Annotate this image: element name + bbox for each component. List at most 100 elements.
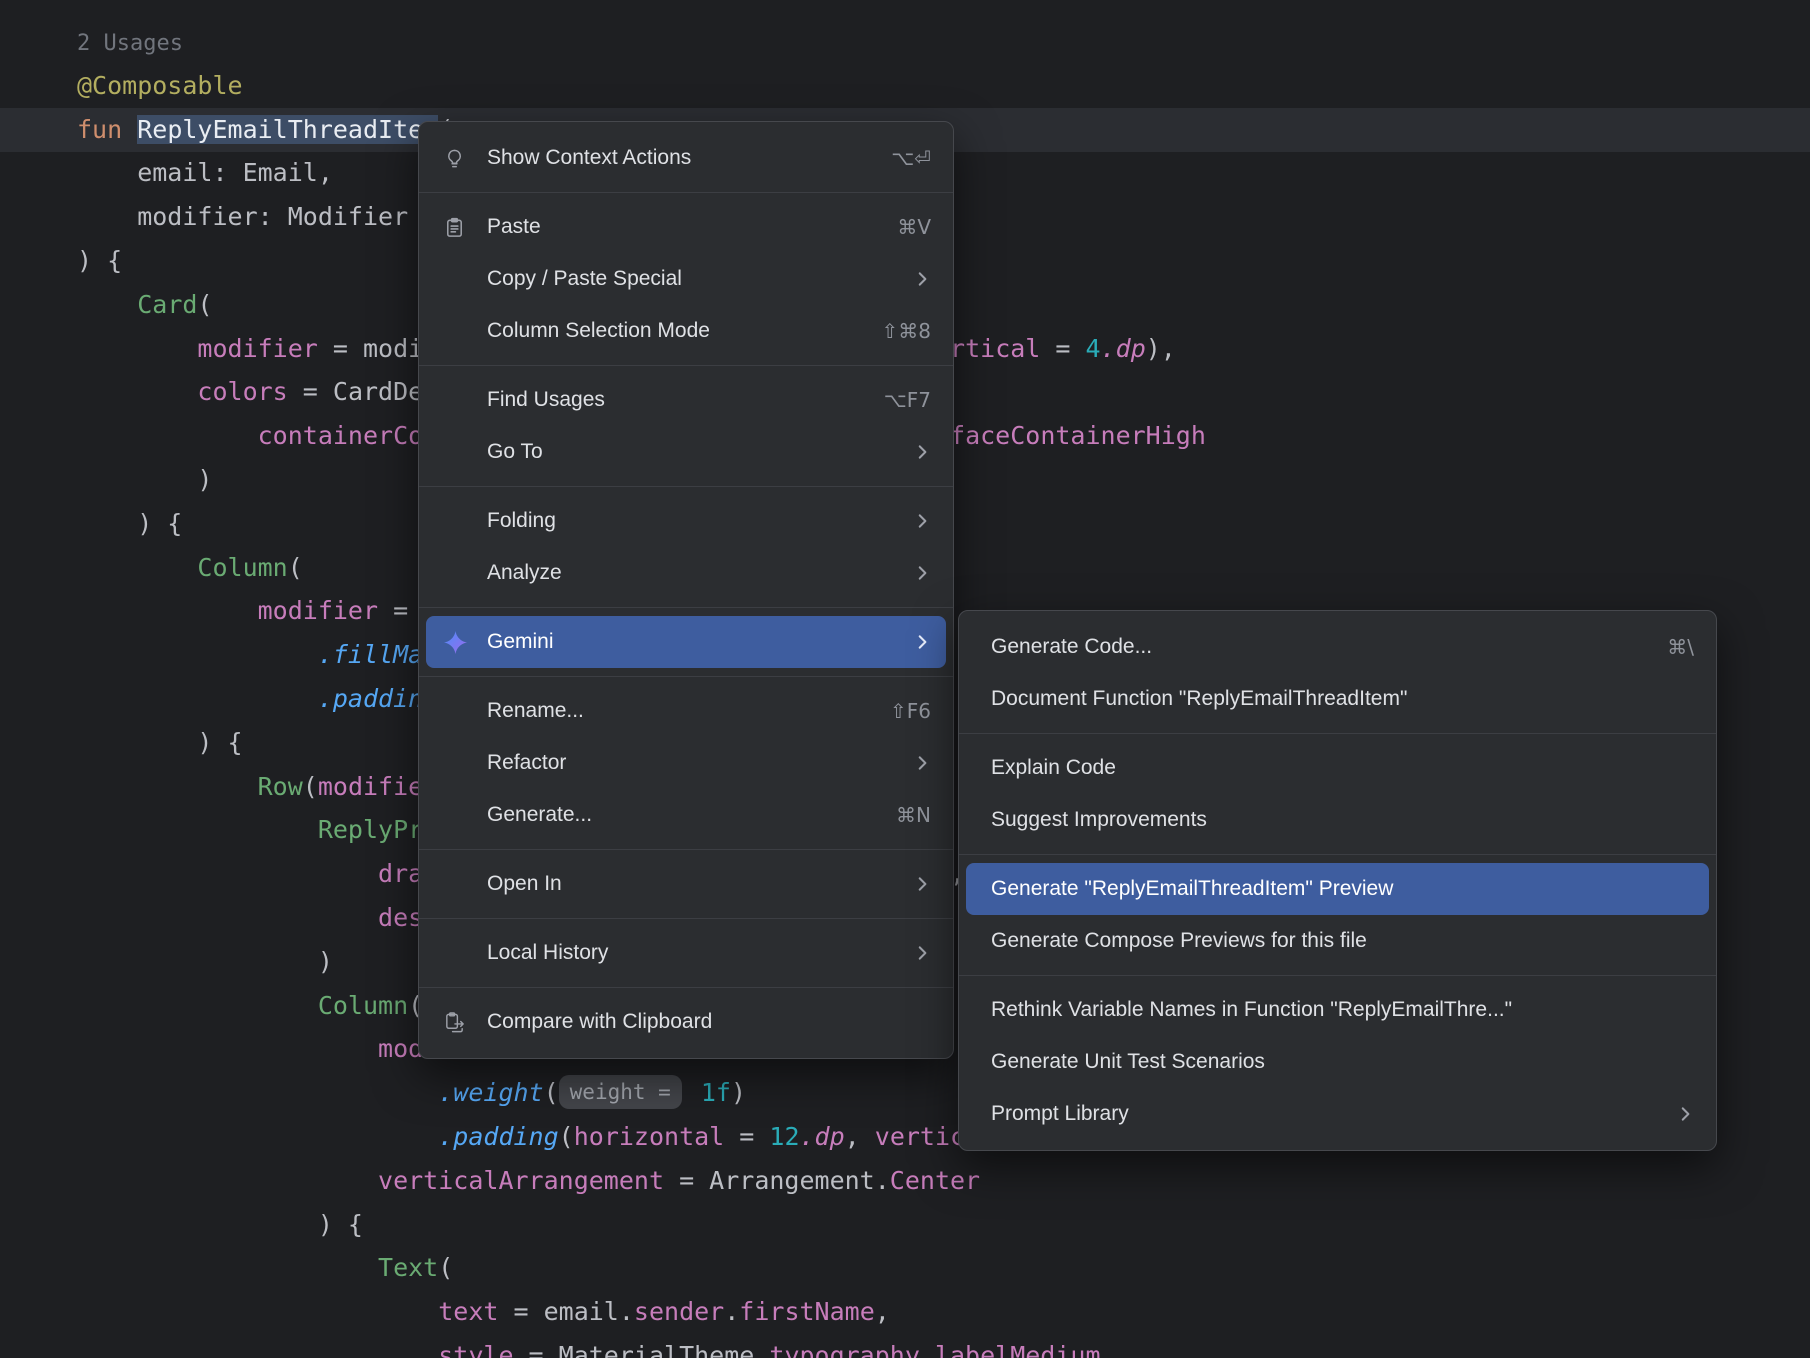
menu-item-gemini[interactable]: Gemini — [426, 616, 946, 668]
menu-item-generate[interactable]: Generate...⌘N — [426, 789, 946, 841]
menu-item-find-usages[interactable]: Find Usages ⌥F7 — [426, 374, 946, 426]
code-line: 2 Usages — [77, 20, 1206, 64]
compare-clipboard-icon — [443, 1011, 487, 1034]
menu-item-label: Show Context Actions — [487, 146, 691, 170]
menu-item-show-context-actions[interactable]: Show Context Actions ⌥⏎ — [426, 132, 946, 184]
menu-item-generate-code[interactable]: Generate Code...⌘\ — [966, 621, 1709, 673]
menu-item-label: Paste — [487, 215, 541, 239]
code-token — [77, 334, 197, 363]
code-token: 12 — [769, 1122, 799, 1151]
menu-item-local-history[interactable]: Local History — [426, 927, 946, 979]
menu-item-label: Rethink Variable Names in Function "Repl… — [991, 998, 1512, 1022]
menu-separator — [419, 918, 953, 919]
menu-item-label: Suggest Improvements — [991, 808, 1207, 832]
code-token: Column — [197, 553, 287, 582]
lightbulb-icon — [443, 147, 487, 170]
code-token: = MaterialTheme. — [514, 1341, 770, 1358]
code-token — [77, 1078, 438, 1107]
menu-separator — [419, 849, 953, 850]
paste-icon — [443, 216, 487, 239]
menu-item-label: Gemini — [487, 630, 554, 654]
menu-item-label: Folding — [487, 509, 556, 533]
code-token — [77, 1166, 378, 1195]
code-line: verticalArrangement = Arrangement.Center — [77, 1159, 1206, 1203]
menu-item-compare-with-clipboard[interactable]: Compare with Clipboard — [426, 996, 946, 1048]
menu-item-label: Rename... — [487, 699, 584, 723]
code-token: fun — [77, 115, 137, 144]
menu-item-rename[interactable]: Rename... ⇧F6 — [426, 685, 946, 737]
code-token: modifier — [197, 334, 317, 363]
menu-item-column-selection-mode[interactable]: Column Selection Mode⇧⌘8 — [426, 305, 946, 357]
code-token: , — [875, 1297, 890, 1326]
code-token: . — [724, 1297, 739, 1326]
code-token — [77, 1122, 438, 1151]
menu-item-suggest-improvements[interactable]: Suggest Improvements — [966, 794, 1709, 846]
menu-separator — [959, 733, 1716, 734]
code-token — [77, 859, 378, 888]
menu-separator — [419, 365, 953, 366]
menu-item-generate-compose-previews-for-this-file[interactable]: Generate Compose Previews for this file — [966, 915, 1709, 967]
code-token: = Arrangement. — [664, 1166, 890, 1195]
submenu-chevron-icon — [871, 754, 931, 772]
code-line: @Composable — [77, 64, 1206, 108]
menu-item-document-function-replyemailthreaditem[interactable]: Document Function "ReplyEmailThreadItem" — [966, 673, 1709, 725]
menu-item-analyze[interactable]: Analyze — [426, 547, 946, 599]
code-token: ( — [544, 1078, 559, 1107]
menu-item-prompt-library[interactable]: Prompt Library — [966, 1088, 1709, 1140]
selected-identifier: ReplyEmailThreadItem — [137, 115, 438, 144]
submenu-chevron-icon — [871, 270, 931, 288]
inline-parameter-hint: weight = — [559, 1075, 682, 1109]
code-token: ) — [731, 1078, 746, 1107]
menu-item-generate-unit-test-scenarios[interactable]: Generate Unit Test Scenarios — [966, 1036, 1709, 1088]
code-token: 4 — [1086, 334, 1101, 363]
submenu-chevron-icon — [871, 564, 931, 582]
menu-shortcut: ⌥F7 — [842, 388, 931, 412]
menu-item-label: Find Usages — [487, 388, 605, 412]
menu-item-label: Generate Code... — [991, 635, 1152, 659]
menu-item-label: Analyze — [487, 561, 562, 585]
menu-item-label: Local History — [487, 941, 608, 965]
menu-item-refactor[interactable]: Refactor — [426, 737, 946, 789]
code-token — [77, 991, 318, 1020]
menu-item-label: Document Function "ReplyEmailThreadItem" — [991, 687, 1407, 711]
menu-item-rethink-variable-names-in-function-replyemailthre[interactable]: Rethink Variable Names in Function "Repl… — [966, 984, 1709, 1036]
code-token: ), — [1146, 334, 1176, 363]
submenu-chevron-icon — [871, 875, 931, 893]
menu-item-go-to[interactable]: Go To — [426, 426, 946, 478]
code-token — [77, 1253, 378, 1282]
editor-context-menu: Show Context Actions ⌥⏎ Paste ⌘V Copy / Past… — [418, 121, 954, 1059]
code-token: ) — [77, 465, 212, 494]
code-token — [686, 1078, 701, 1107]
code-token — [77, 640, 318, 669]
code-token: text — [438, 1297, 498, 1326]
menu-separator — [419, 987, 953, 988]
submenu-chevron-icon — [871, 633, 931, 651]
menu-item-folding[interactable]: Folding — [426, 495, 946, 547]
code-token: = email. — [498, 1297, 633, 1326]
code-token: verticalArrangement — [378, 1166, 664, 1195]
menu-shortcut: ⇧⌘8 — [840, 319, 931, 343]
menu-shortcut: ⌥⏎ — [849, 146, 931, 170]
code-token — [77, 1034, 378, 1063]
menu-shortcut: ⇧F6 — [848, 699, 931, 723]
code-token: ) { — [77, 1210, 363, 1239]
menu-item-explain-code[interactable]: Explain Code — [966, 742, 1709, 794]
submenu-chevron-icon — [871, 944, 931, 962]
menu-item-paste[interactable]: Paste ⌘V — [426, 201, 946, 253]
menu-separator — [419, 607, 953, 608]
menu-item-copy-paste-special[interactable]: Copy / Paste Special — [426, 253, 946, 305]
menu-item-label: Refactor — [487, 751, 566, 775]
code-token: horizontal — [574, 1122, 725, 1151]
code-token: ( — [438, 1253, 453, 1282]
menu-item-label: Prompt Library — [991, 1102, 1129, 1126]
code-token — [77, 553, 197, 582]
code-token: = — [1040, 334, 1085, 363]
code-token: @Composable — [77, 71, 243, 100]
menu-item-open-in[interactable]: Open In — [426, 858, 946, 910]
code-token — [77, 1341, 438, 1358]
menu-shortcut: ⌘V — [855, 215, 931, 239]
menu-item-generate-replyemailthreaditem-preview[interactable]: Generate "ReplyEmailThreadItem" Preview — [966, 863, 1709, 915]
code-token — [77, 1297, 438, 1326]
code-token: style — [438, 1341, 513, 1358]
menu-separator — [959, 975, 1716, 976]
